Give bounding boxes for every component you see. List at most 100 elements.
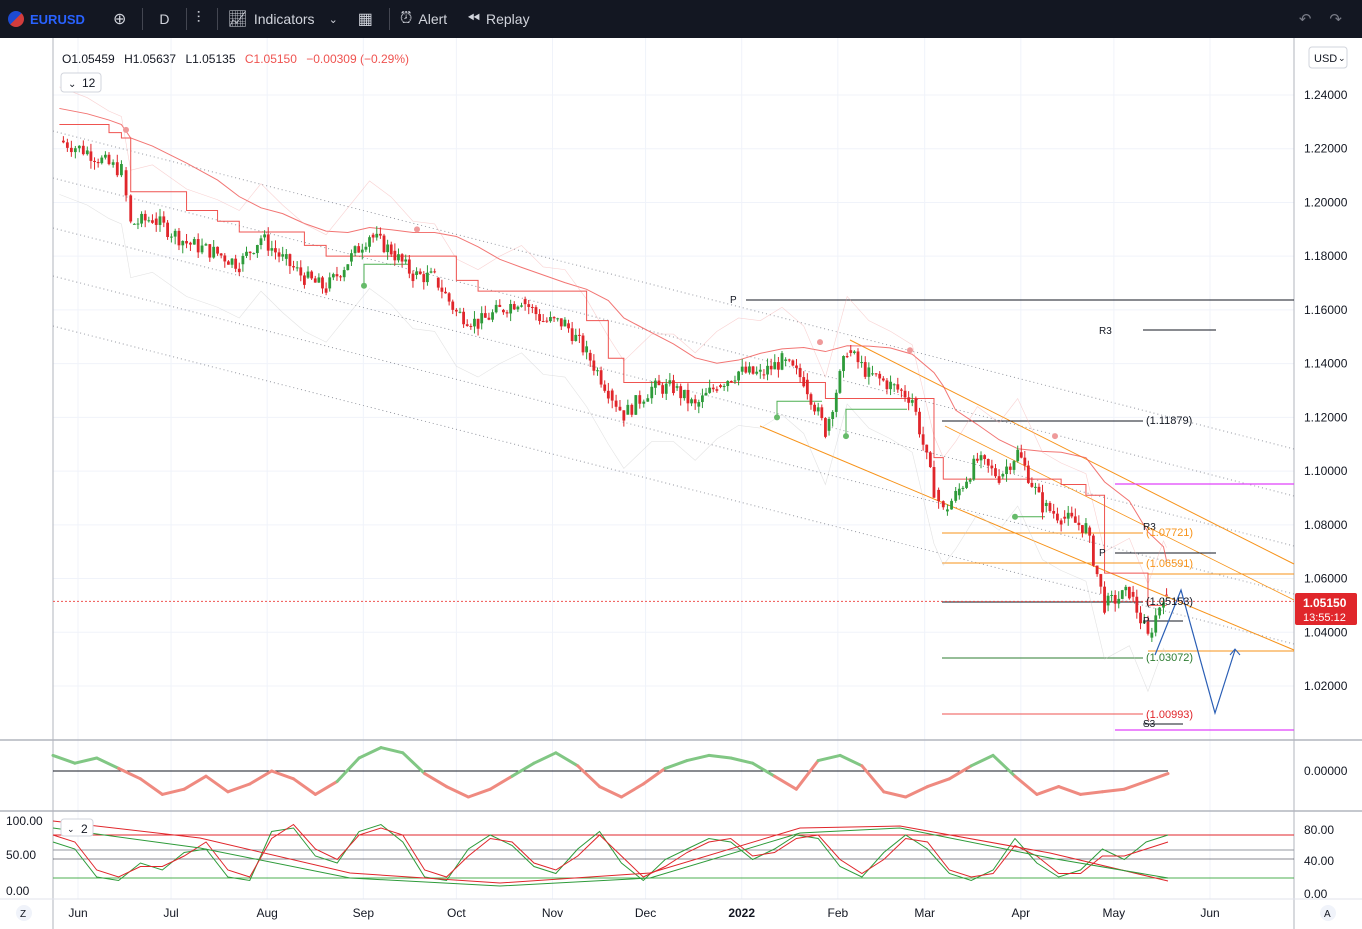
candle-body — [331, 274, 335, 278]
candle-body — [237, 268, 241, 273]
candle-body — [690, 399, 693, 404]
candle-body — [502, 309, 505, 313]
candle-body — [802, 377, 806, 387]
interval-button[interactable]: D — [143, 0, 185, 38]
replay-label: Replay — [486, 11, 530, 27]
candle-body — [303, 275, 306, 285]
candle-body — [1001, 474, 1005, 477]
chevron-down-icon[interactable]: ⌄ — [329, 13, 338, 26]
last-price-tag: 1.05150 13:55:12 — [1295, 593, 1357, 625]
candle-body — [682, 389, 686, 399]
candle-body — [444, 291, 447, 294]
chart-canvas[interactable]: P R3 (1.11879) R3 (1.07721) P (1.06591) … — [0, 38, 1362, 929]
candle-body — [1037, 486, 1041, 493]
candle-body — [192, 239, 196, 245]
candle-body — [181, 241, 185, 246]
currency-button[interactable]: USD ⌄ — [1308, 46, 1348, 69]
candle-body — [227, 261, 230, 265]
time-tick-label: May — [1103, 906, 1126, 920]
candle-body — [360, 249, 364, 253]
osc2-collapse-button[interactable]: ⌄ 2 — [60, 818, 94, 837]
candle-body — [950, 500, 953, 510]
candle-body — [245, 251, 248, 256]
candle-body — [762, 374, 766, 376]
resistance-dot — [907, 347, 913, 354]
candle-body — [1030, 482, 1034, 487]
legend-collapse-button[interactable]: ⌄ 12 — [60, 72, 102, 93]
alert-button[interactable]: ⏰︎ Alert — [390, 0, 457, 38]
candle-body — [81, 145, 85, 155]
candle-body — [563, 319, 567, 327]
symbol-search[interactable]: EURUSD — [0, 11, 103, 27]
candle-body — [975, 458, 979, 461]
compare-button[interactable]: ⊕ — [103, 0, 142, 38]
candle-body — [270, 248, 274, 251]
timezone-z-button[interactable]: Z — [16, 905, 32, 921]
candle-body — [748, 366, 751, 373]
candle-body — [451, 301, 455, 310]
candle-body — [100, 157, 104, 164]
candle-body — [910, 400, 914, 403]
candle-body — [805, 379, 809, 395]
candle-body — [185, 241, 188, 244]
price-tick-label: 1.24000 — [1304, 88, 1348, 102]
ohlc-legend: O1.05459 H1.05637 L1.05135 C1.05150 −0.0… — [62, 52, 409, 66]
candle-body — [634, 395, 638, 415]
support-dot — [361, 282, 367, 289]
osc2-left-tick: 50.00 — [6, 848, 36, 862]
candle-body — [509, 304, 513, 314]
pivot-p-label-top: P — [730, 295, 737, 306]
candle-body — [386, 244, 390, 253]
candle-body — [675, 386, 679, 388]
s3-label: S3 — [1143, 719, 1156, 730]
candle-body — [845, 356, 849, 358]
candle-body — [364, 246, 368, 250]
candle-body — [751, 366, 755, 374]
last-price-value: 1.05150 — [1303, 596, 1347, 610]
candle-body — [411, 273, 415, 282]
undo-icon[interactable]: ↶ — [1299, 10, 1312, 28]
candle-body — [860, 362, 864, 364]
candle-body — [357, 246, 361, 253]
auto-scale-a-button[interactable]: A — [1320, 905, 1336, 921]
candle-body — [874, 373, 878, 375]
chart-type-button[interactable]: ⫶ — [187, 0, 217, 38]
candle-body — [780, 353, 784, 370]
osc2-right-tick: 80.00 — [1304, 823, 1334, 837]
candle-body — [1158, 607, 1162, 616]
candle-body — [867, 367, 871, 377]
candle-body — [603, 384, 607, 391]
time-tick-label: Jun — [1200, 906, 1219, 920]
candle-body — [259, 238, 263, 246]
layouts-button[interactable]: ▦ — [348, 0, 389, 38]
candle-body — [353, 246, 357, 254]
candle-body — [266, 234, 270, 251]
redo-icon[interactable]: ↷ — [1329, 10, 1342, 28]
candle-body — [986, 459, 990, 466]
candle-body — [1139, 612, 1142, 624]
candle-body — [281, 254, 285, 257]
time-tick-label: Jun — [68, 906, 87, 920]
candle-body — [189, 242, 192, 245]
candle-body — [1088, 527, 1092, 536]
candle-body — [1019, 452, 1023, 458]
candle-body — [701, 395, 704, 403]
resistance-dot — [123, 126, 129, 133]
candle-body — [588, 352, 592, 361]
candle-body — [729, 380, 733, 382]
candle-body — [827, 419, 831, 431]
candle-body — [932, 467, 936, 498]
candle-body — [1034, 486, 1037, 488]
replay-button[interactable]: ⏪︎ Replay — [457, 0, 539, 38]
candle-body — [1044, 502, 1048, 507]
candle-body — [400, 254, 404, 262]
candle-body — [918, 411, 921, 435]
candle-body — [132, 223, 136, 225]
candle-body — [154, 218, 158, 225]
price-tick-label: 1.08000 — [1304, 518, 1348, 532]
candle-body — [704, 392, 708, 396]
candle-body — [462, 311, 466, 325]
resistance-dot — [414, 226, 420, 233]
candle-body — [1056, 513, 1059, 521]
indicators-button[interactable]: 📈︎ Indicators ⌄ — [218, 0, 348, 38]
